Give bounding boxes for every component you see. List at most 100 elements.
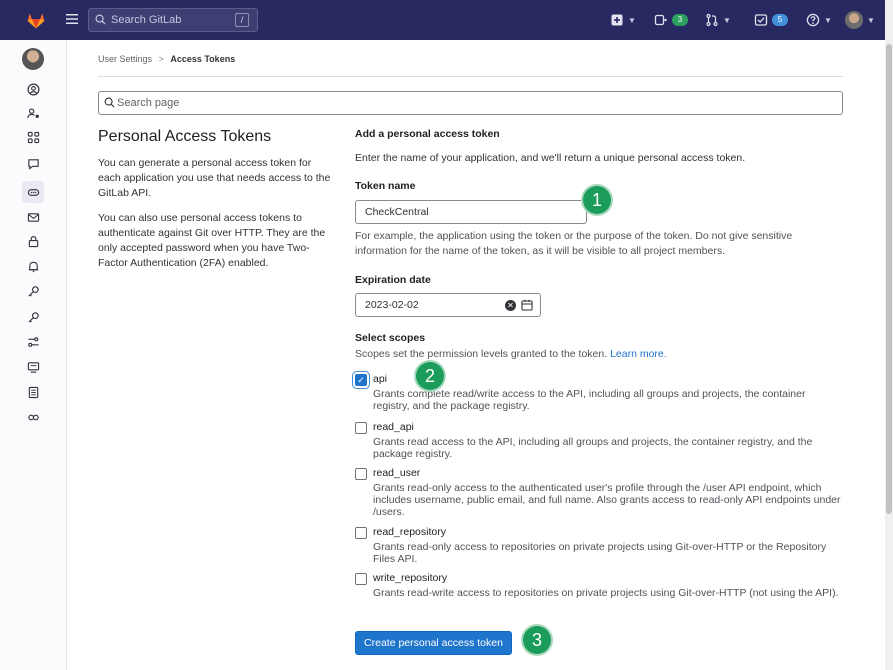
create-token-button[interactable]: Create personal access token [355,631,512,655]
breadcrumb: User Settings > Access Tokens [98,54,235,64]
scope-write-repository-description: Grants read-write access to repositories… [373,587,839,599]
select-scopes-label: Select scopes [355,332,426,344]
user-circle-icon [27,83,39,95]
step-marker-2: 2 [416,362,444,390]
clear-date-icon[interactable]: ✕ [505,300,516,311]
scope-read-repository-description: Grants read-only access to repositories … [373,541,827,565]
add-token-form: Add a personal access token Enter the na… [355,128,845,360]
chevron-down-icon: ▼ [867,15,875,25]
sidebar-item-emails[interactable] [22,206,44,228]
intro-paragraph-2: You can also use personal access tokens … [98,212,326,269]
calendar-icon[interactable] [521,299,533,311]
sidebar-item-account[interactable] [22,102,44,124]
merge-request-icon [706,13,718,27]
page-scrollbar[interactable] [885,0,893,670]
scope-api-checkbox[interactable]: ✓ [355,374,367,386]
user-menu-dropdown[interactable]: ▼ [845,11,875,29]
sidebar-item-ssh-keys[interactable] [22,280,44,302]
expiration-date-input[interactable]: 2023-02-02 ✕ [355,293,541,317]
step-marker-1: 1 [583,186,611,214]
page-search-placeholder: Search page [117,97,180,109]
applications-grid-icon [27,131,39,143]
search-shortcut-key: / [235,13,249,27]
expiration-date-label: Expiration date [355,274,431,286]
issues-button[interactable]: 3 [654,11,688,29]
scope-read-user-label[interactable]: read_user [373,467,420,479]
chevron-down-icon: ▼ [628,15,636,25]
comment-icon [27,158,39,170]
global-search-input[interactable]: Search GitLab / [88,8,258,32]
merge-requests-dropdown[interactable]: ▼ [705,11,731,29]
scope-read-user-description: Grants read-only access to the authentic… [373,482,841,518]
global-search-placeholder: Search GitLab [111,14,182,26]
sidebar-item-authentication-log[interactable] [22,381,44,403]
key-icon [27,285,39,297]
user-avatar [845,11,863,29]
gitlab-logo-icon[interactable] [26,10,46,30]
issues-count-badge: 3 [672,14,688,26]
help-question-icon [806,13,820,27]
chevron-down-icon: ▼ [723,15,731,25]
chevron-down-icon: ▼ [824,15,832,25]
page-title: Personal Access Tokens [98,128,272,145]
token-icon [27,188,39,196]
sidebar-item-gpg-keys[interactable] [22,306,44,328]
scope-read-repository-checkbox[interactable] [355,527,367,539]
scopes-help: Scopes set the permission levels granted… [355,348,667,360]
main-content: User Settings > Access Tokens Search pag… [67,40,885,670]
infinity-link-icon [27,414,39,420]
scope-read-user-checkbox[interactable] [355,468,367,480]
menu-hamburger-icon[interactable] [66,13,78,25]
key-icon [27,311,39,323]
log-list-icon [28,386,38,398]
breadcrumb-user-settings[interactable]: User Settings [98,54,152,64]
create-new-dropdown[interactable]: ▼ [610,11,636,29]
scope-read-api-description: Grants read access to the API, including… [373,436,813,460]
sidebar-item-usage-quotas[interactable] [22,406,44,428]
sidebar-item-chat[interactable] [22,152,44,174]
scopes-help-text: Scopes set the permission levels granted… [355,348,608,360]
top-navigation-bar: Search GitLab / ▼ 3 ▼ 5 ▼ ▼ [0,0,893,40]
todos-button[interactable]: 5 [754,11,788,29]
sidebar-item-notifications[interactable] [22,255,44,277]
page-search-input[interactable]: Search page [98,91,843,115]
expiration-date-value: 2023-02-02 [365,299,419,311]
bell-icon [28,261,38,272]
account-gear-icon [26,107,39,118]
scope-api-label[interactable]: api [373,373,387,385]
help-dropdown[interactable]: ▼ [806,11,832,29]
form-description: Enter the name of your application, and … [355,152,746,164]
token-name-label: Token name [355,180,416,192]
search-icon [95,14,106,25]
scope-write-repository-checkbox[interactable] [355,573,367,585]
scope-write-repository-label[interactable]: write_repository [373,572,447,584]
intro-section: Personal Access Tokens You can generate … [98,128,333,281]
settings-sidebar [0,40,67,670]
scope-read-repository-label[interactable]: read_repository [373,526,446,538]
breadcrumb-access-tokens[interactable]: Access Tokens [170,54,235,64]
preferences-icon [27,336,39,347]
token-name-help: For example, the application using the t… [355,230,793,257]
breadcrumb-divider [98,76,843,77]
scope-api-description: Grants complete read/write access to the… [373,388,806,412]
page-scrollbar-thumb[interactable] [886,44,892,514]
monitor-icon [27,361,39,373]
scope-read-api-checkbox[interactable] [355,422,367,434]
sidebar-item-password[interactable] [22,230,44,252]
form-title: Add a personal access token [355,128,500,140]
sidebar-item-applications[interactable] [22,126,44,148]
todo-check-icon [754,14,768,26]
sidebar-user-avatar[interactable] [22,48,44,70]
sidebar-item-access-tokens[interactable] [22,181,44,203]
sidebar-item-profile[interactable] [22,78,44,100]
todos-count-badge: 5 [772,14,788,26]
token-name-input[interactable]: CheckCentral [355,200,587,224]
learn-more-link[interactable]: Learn more. [610,348,667,360]
issues-icon [654,14,667,26]
mail-icon [27,212,39,222]
sidebar-item-active-sessions[interactable] [22,356,44,378]
breadcrumb-separator: > [158,54,164,64]
sidebar-item-preferences[interactable] [22,331,44,353]
scope-read-api-label[interactable]: read_api [373,421,414,433]
plus-square-icon [611,14,623,26]
